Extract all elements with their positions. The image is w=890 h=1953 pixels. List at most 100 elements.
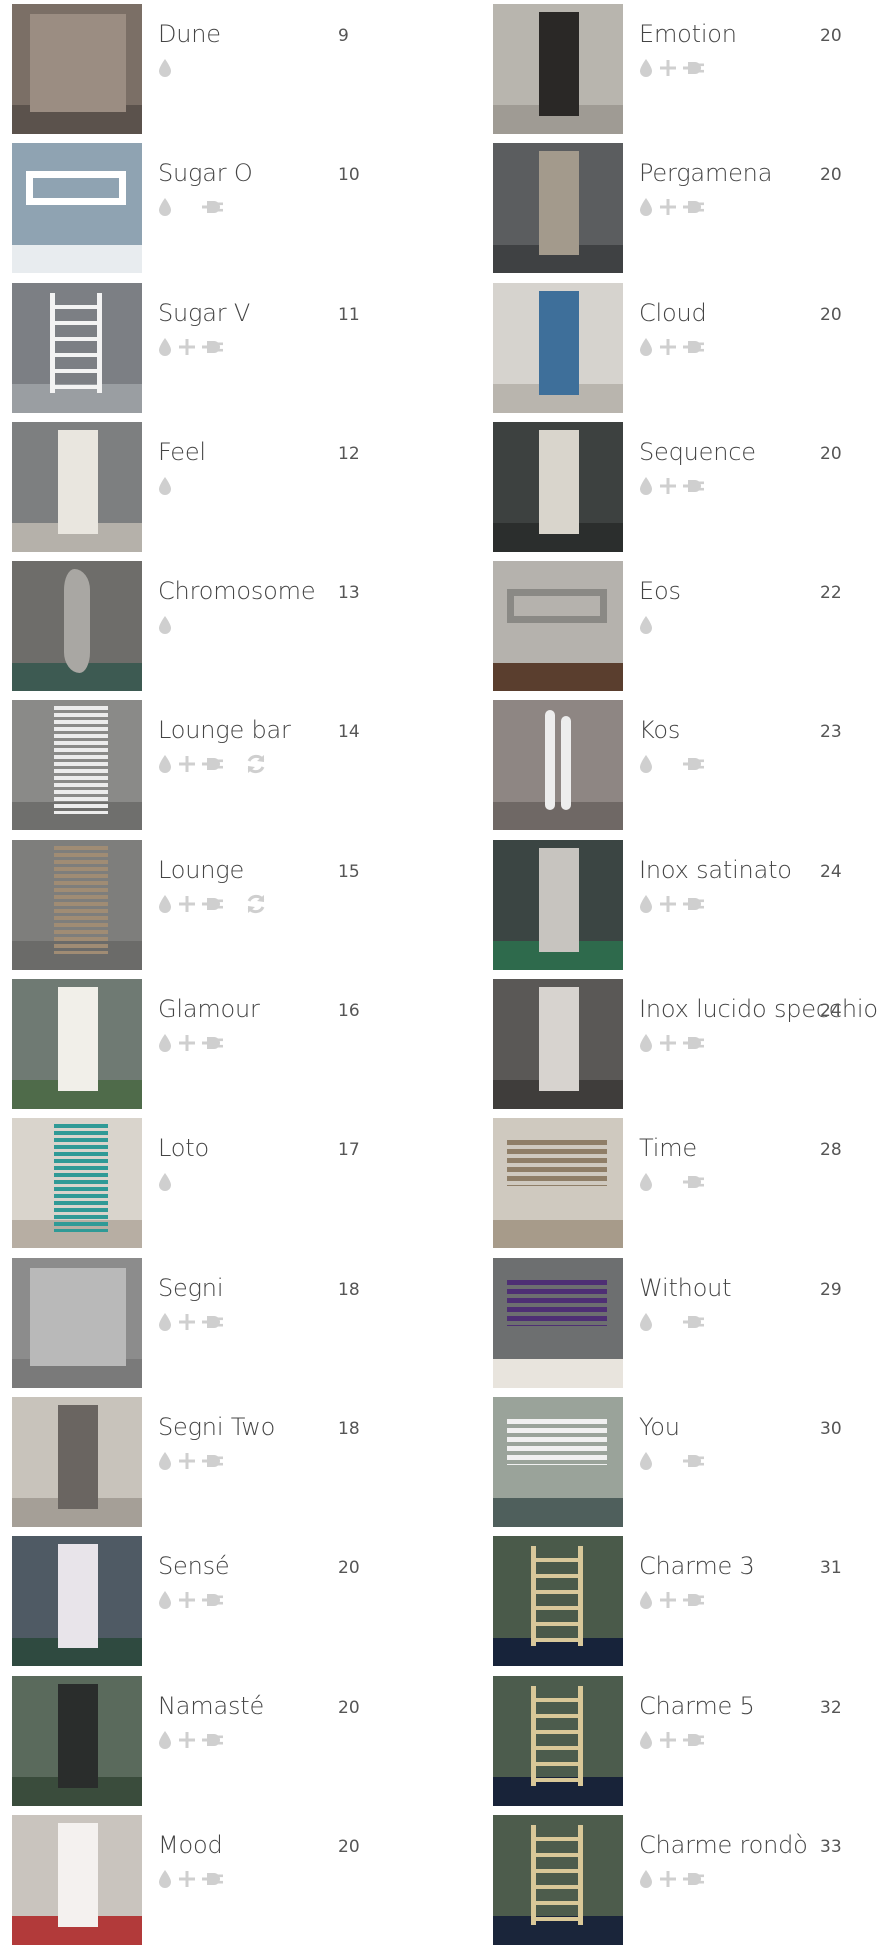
product-thumbnail — [12, 1118, 142, 1249]
plus-icon — [178, 1869, 196, 1889]
water-drop-icon — [639, 58, 653, 78]
electric-plug-icon — [681, 754, 705, 774]
water-drop-icon — [639, 894, 653, 914]
water-drop-icon — [639, 1730, 653, 1750]
electric-plug-icon — [681, 1730, 705, 1750]
page-number: 22 — [820, 583, 842, 604]
plus-icon — [659, 1730, 677, 1750]
product-thumbnail — [12, 700, 142, 831]
electric-plug-icon — [681, 1590, 705, 1610]
plus-icon — [659, 1590, 677, 1610]
water-drop-icon — [639, 1869, 653, 1889]
product-name: Glamour — [158, 995, 260, 1024]
product-thumbnail — [12, 421, 142, 552]
page-number: 28 — [820, 1140, 842, 1161]
product-thumbnail — [493, 700, 623, 831]
electric-plug-icon — [681, 1869, 705, 1889]
product-thumbnail — [493, 1814, 623, 1945]
product-name: Sugar V — [158, 298, 251, 327]
page-number: 24 — [820, 861, 842, 882]
product-thumbnail — [493, 979, 623, 1110]
product-name: Segni Two — [158, 1412, 276, 1441]
water-drop-icon — [158, 1451, 172, 1471]
product-thumbnail — [493, 1536, 623, 1667]
water-drop-icon — [639, 1451, 653, 1471]
product-thumbnail — [493, 4, 623, 134]
product-thumbnail — [12, 979, 142, 1110]
water-drop-icon — [639, 615, 653, 635]
electric-plug-icon — [681, 197, 705, 217]
electric-plug-icon — [200, 894, 224, 914]
page-number: 15 — [338, 861, 360, 882]
product-thumbnail — [12, 561, 142, 692]
electric-plug-icon — [200, 197, 224, 217]
electric-plug-icon — [200, 1033, 224, 1053]
electric-plug-icon — [681, 337, 705, 357]
page-number: 9 — [338, 26, 349, 46]
water-drop-icon — [158, 1730, 172, 1750]
product-name: Sugar O — [158, 159, 253, 188]
product-thumbnail — [12, 1814, 142, 1945]
plus-icon — [178, 1730, 196, 1750]
product-thumbnail — [12, 1257, 142, 1388]
page-number: 20 — [820, 165, 842, 186]
page-number: 10 — [338, 165, 360, 186]
plus-icon — [178, 754, 196, 774]
electric-plug-icon — [200, 1730, 224, 1750]
page-number: 11 — [338, 304, 360, 325]
plus-icon — [178, 1451, 196, 1471]
page-number: 20 — [338, 1558, 360, 1579]
product-thumbnail — [493, 1257, 623, 1388]
product-thumbnail — [493, 1118, 623, 1249]
product-name: Namasté — [158, 1691, 265, 1720]
water-drop-icon — [158, 615, 172, 635]
product-name: Kos — [639, 716, 681, 745]
product-thumbnail — [493, 143, 623, 274]
water-drop-icon — [158, 1869, 172, 1889]
product-name: Cloud — [639, 298, 707, 327]
product-name: Pergamena — [639, 159, 773, 188]
water-drop-icon — [639, 1033, 653, 1053]
product-name: Sequence — [639, 437, 756, 466]
product-name: Eos — [639, 577, 681, 606]
page-number: 32 — [820, 1697, 842, 1718]
page-number: 20 — [338, 1836, 360, 1857]
electric-plug-icon — [681, 1033, 705, 1053]
plus-icon — [659, 1033, 677, 1053]
product-name: Charme rondò — [639, 1830, 808, 1859]
product-name: Segni — [158, 1273, 224, 1302]
product-thumbnail — [493, 1675, 623, 1806]
product-thumbnail — [12, 839, 142, 970]
electric-plug-icon — [200, 1590, 224, 1610]
water-drop-icon — [639, 1172, 653, 1192]
plus-icon — [659, 337, 677, 357]
plus-icon — [659, 894, 677, 914]
product-name: Inox lucido specchio — [639, 995, 878, 1024]
water-drop-icon — [639, 754, 653, 774]
water-drop-icon — [158, 1033, 172, 1053]
product-thumbnail — [493, 1396, 623, 1527]
product-name: Dune — [158, 20, 221, 48]
product-name: Charme 3 — [639, 1552, 755, 1581]
product-thumbnail — [493, 282, 623, 413]
water-drop-icon — [158, 197, 172, 217]
electric-plug-icon — [200, 337, 224, 357]
product-name: Loto — [158, 1134, 209, 1163]
electric-plug-icon — [681, 1312, 705, 1332]
product-thumbnail — [12, 1536, 142, 1667]
page-number: 30 — [820, 1418, 842, 1439]
product-thumbnail — [12, 143, 142, 274]
product-name: Time — [639, 1134, 697, 1163]
plus-icon — [178, 1312, 196, 1332]
water-drop-icon — [639, 1312, 653, 1332]
page-number: 18 — [338, 1418, 360, 1439]
product-thumbnail — [493, 561, 623, 692]
product-name: Without — [639, 1273, 732, 1302]
product-name: Charme 5 — [639, 1691, 755, 1720]
electric-plug-icon — [681, 1451, 705, 1471]
electric-plug-icon — [200, 754, 224, 774]
plus-icon — [659, 197, 677, 217]
water-drop-icon — [158, 754, 172, 774]
product-thumbnail — [12, 1675, 142, 1806]
electric-plug-icon — [681, 894, 705, 914]
